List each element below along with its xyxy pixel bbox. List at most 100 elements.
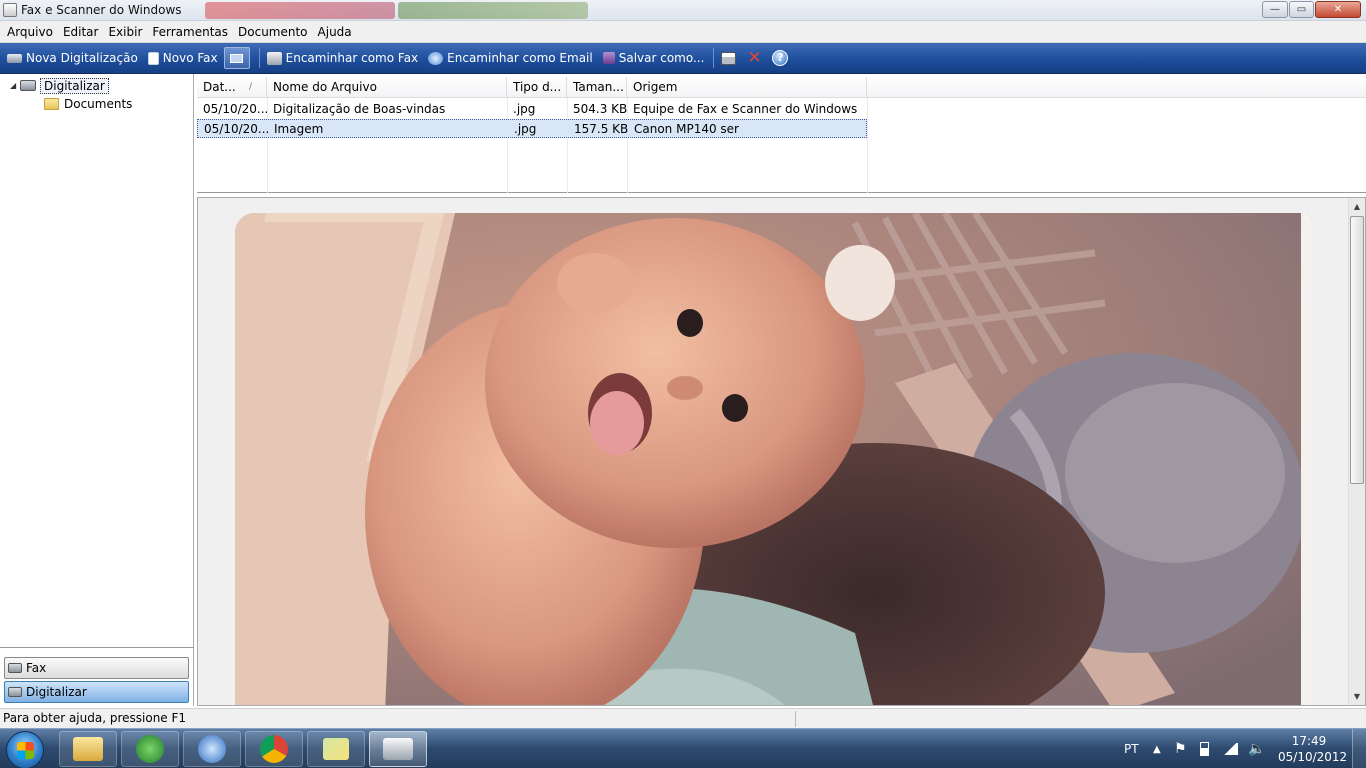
delete-icon: ✕	[747, 48, 762, 68]
network-signal-icon[interactable]	[1222, 729, 1238, 768]
cell-type: .jpg	[514, 122, 537, 136]
fax-scanner-icon	[383, 738, 413, 760]
taskbar-app-photos[interactable]	[307, 731, 365, 767]
cell-name: Imagem	[274, 122, 324, 136]
vertical-scrollbar[interactable]: ▲ ▼	[1348, 198, 1365, 705]
forward-as-fax-label: Encaminhar como Fax	[285, 51, 419, 65]
taskbar-app-explorer[interactable]	[59, 731, 117, 767]
volume-icon[interactable]: 🔈	[1248, 729, 1265, 768]
file-explorer-icon	[73, 737, 103, 761]
tree-item-label: Documents	[64, 96, 133, 111]
taskbar-app-fax-scanner[interactable]	[369, 731, 427, 767]
background-decoration	[398, 2, 588, 19]
background-decoration	[205, 2, 395, 19]
scanned-photo-image	[235, 213, 1311, 705]
status-divider	[795, 711, 796, 727]
print-button[interactable]	[717, 47, 739, 69]
scanner-icon	[7, 53, 22, 63]
menu-ajuda[interactable]: Ajuda	[313, 22, 357, 42]
new-scan-label: Nova Digitalização	[26, 51, 138, 65]
close-button[interactable]: ✕	[1315, 1, 1361, 18]
folder-photos-icon	[323, 738, 349, 760]
new-fax-label: Novo Fax	[162, 51, 218, 65]
menu-arquivo[interactable]: Arquivo	[2, 22, 58, 42]
menu-editar[interactable]: Editar	[58, 22, 104, 42]
cell-size: 157.5 KB	[574, 122, 628, 136]
fax-scanner-app-icon	[3, 3, 17, 17]
cell-date: 05/10/20...	[203, 102, 267, 116]
tree-item-digitalizar[interactable]: ◢ Digitalizar	[10, 77, 109, 94]
status-bar: Para obter ajuda, pressione F1	[0, 708, 1366, 728]
expand-arrow-icon[interactable]: ◢	[10, 81, 20, 90]
scroll-up-arrow-icon[interactable]: ▲	[1349, 198, 1365, 215]
cell-origin: Equipe de Fax e Scanner do Windows	[633, 102, 858, 116]
folder-tree: ◢ Digitalizar Documents	[0, 74, 194, 648]
menu-bar: Arquivo Editar Exibir Ferramentas Docume…	[0, 21, 1366, 43]
tree-item-documents[interactable]: Documents	[44, 95, 132, 112]
clock-date: 05/10/2012	[1278, 750, 1348, 764]
column-header-origin[interactable]: Origem	[627, 77, 867, 98]
scanned-photo-drawing	[235, 213, 1311, 705]
language-indicator[interactable]: PT	[1124, 729, 1139, 768]
new-scan-button[interactable]: Nova Digitalização	[3, 46, 142, 70]
taskbar-app-itunes[interactable]	[183, 731, 241, 767]
column-header-size[interactable]: Taman...	[567, 77, 627, 98]
menu-ferramentas[interactable]: Ferramentas	[147, 22, 233, 42]
action-center-flag-icon[interactable]: ⚑	[1174, 729, 1187, 768]
scrollbar-thumb[interactable]	[1350, 216, 1364, 484]
nav-button-fax[interactable]: Fax	[4, 657, 189, 679]
cell-size: 504.3 KB	[573, 102, 627, 116]
column-header-date[interactable]: Dat... /	[197, 77, 267, 98]
taskbar-app-chrome[interactable]	[245, 731, 303, 767]
minimize-button[interactable]: —	[1262, 1, 1288, 18]
cell-type: .jpg	[513, 102, 536, 116]
help-icon: ?	[772, 50, 789, 66]
chrome-icon	[260, 735, 288, 763]
table-row-selected[interactable]: 05/10/20... Imagem .jpg 157.5 KB Canon M…	[197, 119, 867, 138]
show-desktop-button[interactable]	[1352, 729, 1366, 768]
nav-button-label: Fax	[26, 661, 47, 675]
file-list-header: Dat... / Nome do Arquivo Tipo d... Taman…	[197, 77, 1366, 98]
title-bar: Fax e Scanner do Windows — ▭ ✕	[0, 0, 1366, 21]
print-icon	[720, 51, 736, 65]
column-header-name[interactable]: Nome do Arquivo	[267, 77, 507, 98]
toolbar-separator	[713, 48, 715, 68]
itunes-icon	[198, 735, 226, 763]
nav-button-digitalizar[interactable]: Digitalizar	[4, 681, 189, 703]
show-hidden-icons-icon[interactable]: ▲	[1153, 729, 1161, 768]
document-preview[interactable]: ▲ ▼	[197, 197, 1366, 706]
menu-exibir[interactable]: Exibir	[103, 22, 147, 42]
toolbar: Nova Digitalização Novo Fax Encaminhar c…	[0, 43, 1366, 74]
scanner-icon	[20, 80, 36, 91]
clock[interactable]: 17:49 05/10/2012	[1278, 733, 1348, 765]
forward-as-fax-button[interactable]: Encaminhar como Fax	[263, 46, 423, 70]
utorrent-icon	[136, 735, 164, 763]
view-icon	[230, 53, 244, 63]
forward-as-email-label: Encaminhar como Email	[447, 51, 593, 65]
taskbar-app-utorrent[interactable]	[121, 731, 179, 767]
column-divider	[867, 98, 868, 193]
tree-item-label: Digitalizar	[40, 77, 109, 94]
new-document-icon	[147, 51, 159, 65]
taskbar: PT ▲ ⚑ 🔈 17:49 05/10/2012	[0, 728, 1366, 768]
email-icon	[428, 51, 444, 65]
save-as-button[interactable]: Salvar como...	[599, 46, 709, 70]
sort-indicator-icon: /	[249, 82, 253, 92]
column-header-label: Dat...	[203, 80, 236, 94]
maximize-button[interactable]: ▭	[1289, 1, 1314, 18]
battery-icon[interactable]	[1200, 729, 1209, 768]
scanner-icon	[8, 687, 22, 697]
menu-documento[interactable]: Documento	[233, 22, 313, 42]
view-toggle-button[interactable]	[223, 47, 250, 69]
cell-origin: Canon MP140 ser	[634, 122, 739, 136]
forward-as-email-button[interactable]: Encaminhar como Email	[424, 46, 597, 70]
scroll-down-arrow-icon[interactable]: ▼	[1349, 688, 1365, 705]
clock-time: 17:49	[1291, 734, 1327, 748]
table-row[interactable]: 05/10/20... Digitalização de Boas-vindas…	[197, 100, 867, 119]
new-fax-button[interactable]: Novo Fax	[144, 46, 222, 70]
start-button[interactable]	[6, 731, 44, 768]
help-button[interactable]: ?	[769, 47, 791, 69]
window-title: Fax e Scanner do Windows	[21, 3, 182, 17]
column-header-type[interactable]: Tipo d...	[507, 77, 567, 98]
delete-button[interactable]: ✕	[743, 47, 765, 69]
